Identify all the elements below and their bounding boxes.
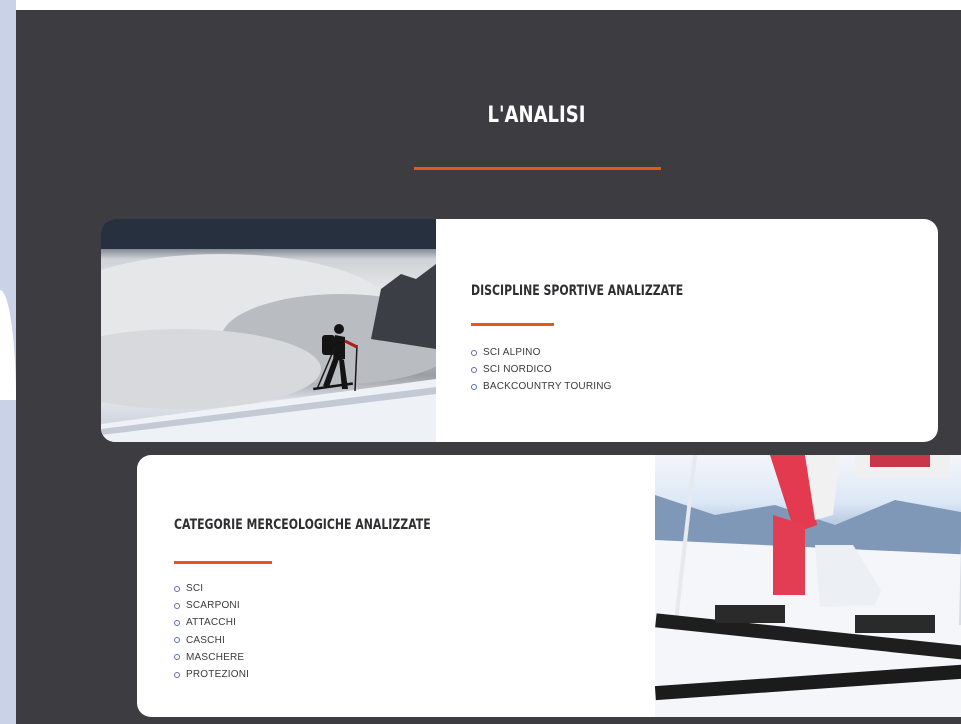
circle-bullet-icon <box>174 619 180 626</box>
list-item-label: SCI ALPINO <box>483 347 541 359</box>
list-item-label: MASCHERE <box>186 651 245 663</box>
list-item: SCI ALPINO <box>471 344 743 361</box>
list-item: SCI <box>174 580 503 597</box>
circle-bullet-icon <box>471 383 477 390</box>
disciplines-content: DISCIPLINE SPORTIVE ANALIZZATE SCI ALPIN… <box>471 283 743 396</box>
list-item-label: SCARPONI <box>186 600 240 612</box>
circle-bullet-icon <box>174 602 180 609</box>
section-title: L'ANALISI <box>487 103 586 128</box>
list-item: BACKCOUNTRY TOURING <box>471 378 743 395</box>
list-item: MASCHERE <box>174 649 503 666</box>
list-item: SCARPONI <box>174 597 503 614</box>
ski-boot-photo <box>654 455 961 717</box>
list-item-label: SCI NORDICO <box>483 364 552 376</box>
analysis-section: L'ANALISI DISCIPLINE SPORTIVE ANALIZZATE… <box>16 10 961 724</box>
ski-touring-photo <box>101 219 461 442</box>
heading-rule <box>174 561 272 564</box>
circle-bullet-icon <box>174 671 180 678</box>
list-item: SCI NORDICO <box>471 361 743 378</box>
list-item: CASCHI <box>174 632 503 649</box>
ski-touring-illustration <box>101 219 461 442</box>
list-item: PROTEZIONI <box>174 666 503 683</box>
circle-bullet-icon <box>471 349 477 356</box>
circle-bullet-icon <box>174 654 180 661</box>
circle-bullet-icon <box>174 637 180 644</box>
disciplines-card: DISCIPLINE SPORTIVE ANALIZZATE SCI ALPIN… <box>101 219 938 442</box>
categories-list: SCI SCARPONI ATTACCHI CASCHI MASCHERE PR… <box>174 580 503 683</box>
list-item-label: ATTACCHI <box>186 617 237 629</box>
ski-boot-illustration <box>654 455 961 717</box>
card-heading: CATEGORIE MERCEOLOGICHE ANALIZZATE <box>174 517 431 533</box>
categories-card: CATEGORIE MERCEOLOGICHE ANALIZZATE SCI S… <box>137 455 961 717</box>
list-item: ATTACCHI <box>174 614 503 631</box>
list-item-label: BACKCOUNTRY TOURING <box>483 381 612 393</box>
card-heading: DISCIPLINE SPORTIVE ANALIZZATE <box>471 283 684 299</box>
list-item-label: SCI <box>186 583 204 595</box>
list-item-label: PROTEZIONI <box>186 669 250 681</box>
title-underline <box>414 167 661 170</box>
circle-bullet-icon <box>471 366 477 373</box>
heading-rule <box>471 323 554 326</box>
categories-content: CATEGORIE MERCEOLOGICHE ANALIZZATE SCI S… <box>174 517 503 683</box>
disciplines-list: SCI ALPINO SCI NORDICO BACKCOUNTRY TOURI… <box>471 344 743 396</box>
circle-bullet-icon <box>174 585 180 592</box>
list-item-label: CASCHI <box>186 634 225 646</box>
